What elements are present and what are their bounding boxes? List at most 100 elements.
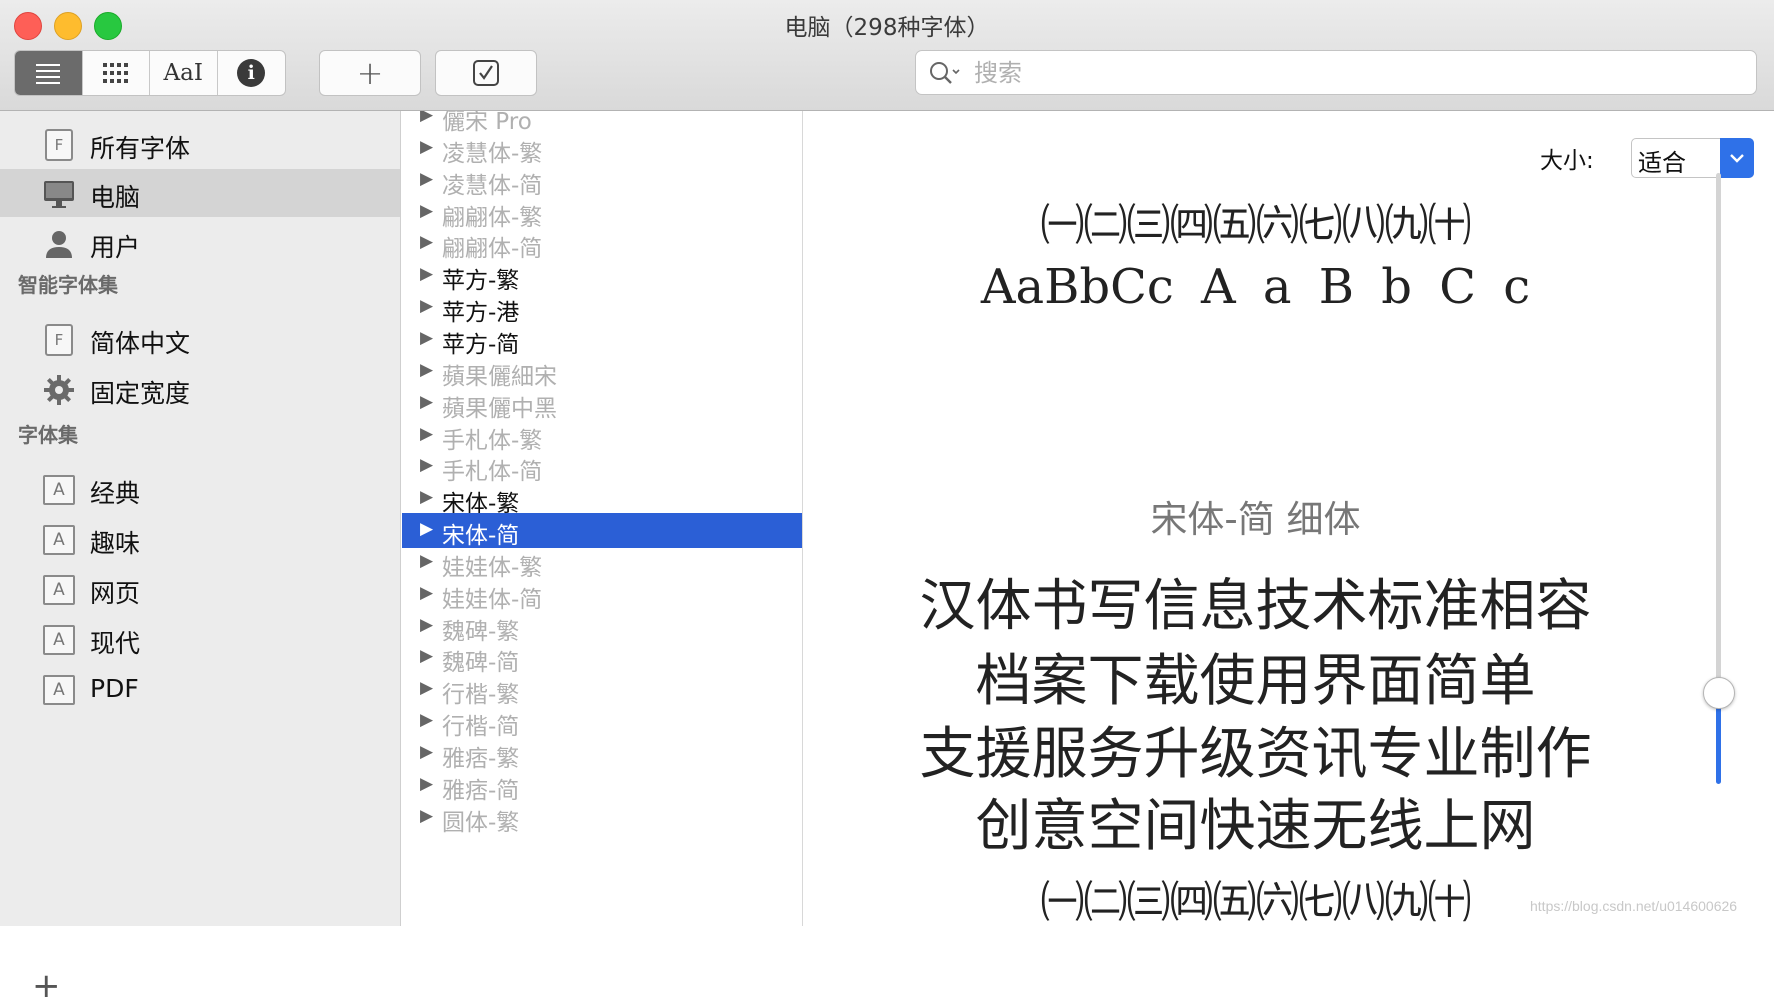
sample-text-view-button[interactable]: AaI — [150, 51, 218, 95]
computer-icon — [42, 177, 76, 211]
font-family-row[interactable]: ▶ 凌慧体-简 — [402, 163, 802, 199]
font-family-row[interactable]: ▶ 蘋果儷細宋 — [402, 354, 802, 390]
disclosure-triangle-icon[interactable]: ▶ — [420, 583, 433, 603]
disclosure-triangle-icon[interactable]: ▶ — [420, 328, 433, 348]
info-view-button[interactable]: i — [218, 51, 286, 95]
sidebar-item-web[interactable]: A 网页 — [0, 565, 400, 613]
disclosure-triangle-icon[interactable]: ▶ — [420, 519, 433, 539]
plus-icon: + — [356, 54, 384, 92]
font-family-row[interactable]: ▶ 娃娃体-简 — [402, 577, 802, 613]
sidebar-item-computer[interactable]: 电脑 — [0, 169, 400, 217]
disclosure-triangle-icon[interactable]: ▶ — [420, 455, 433, 475]
disclosure-triangle-icon[interactable]: ▶ — [420, 646, 433, 666]
info-icon: i — [237, 59, 266, 87]
font-family-row[interactable]: ▶ 苹方-港 — [402, 290, 802, 326]
disclosure-triangle-icon[interactable]: ▶ — [420, 264, 433, 284]
font-family-row[interactable]: ▶ 翩翩体-简 — [402, 226, 802, 262]
disclosure-triangle-icon[interactable]: ▶ — [420, 201, 433, 221]
search-field[interactable] — [915, 50, 1757, 95]
disclosure-triangle-icon[interactable]: ▶ — [420, 615, 433, 635]
disclosure-triangle-icon[interactable]: ▶ — [420, 296, 433, 316]
list-view-button[interactable] — [15, 51, 83, 95]
sidebar-item-label: 电脑 — [90, 183, 141, 212]
grid-view-button[interactable] — [83, 51, 150, 95]
font-family-row[interactable]: ▶ 娃娃体-繁 — [402, 545, 802, 581]
preview-sample-line: 支援服务升级资讯专业制作 — [919, 722, 1592, 787]
sidebar-item-label: 趣味 — [90, 529, 141, 558]
disclosure-triangle-icon[interactable]: ▶ — [420, 392, 433, 412]
font-family-row[interactable]: ▶ 苹方-繁 — [402, 258, 802, 294]
disclosure-triangle-icon[interactable]: ▶ — [420, 774, 433, 794]
collection-icon: A — [42, 673, 76, 707]
search-icon[interactable] — [928, 58, 962, 88]
user-icon — [42, 227, 76, 261]
preview-sample-line: 创意空间快速无线上网 — [975, 794, 1536, 859]
size-popup-button[interactable]: 适合 — [1631, 138, 1754, 178]
font-family-row[interactable]: ▶ 雅痞-繁 — [402, 736, 802, 772]
disclosure-triangle-icon[interactable]: ▶ — [420, 232, 433, 252]
add-font-button[interactable]: + — [319, 50, 421, 96]
view-mode-segmented-control: AaI i — [14, 50, 286, 96]
sidebar-item-label: 所有字体 — [90, 134, 191, 163]
gear-icon — [42, 373, 76, 407]
collection-icon: A — [42, 573, 76, 607]
disclosure-triangle-icon[interactable]: ▶ — [420, 806, 433, 826]
sidebar-item-simplified-chinese[interactable]: F 简体中文 — [0, 315, 400, 363]
font-family-row[interactable]: ▶ 蘋果儷中黑 — [402, 386, 802, 422]
sidebar-item-label: 网页 — [90, 579, 141, 608]
sidebar-item-label: 现代 — [90, 629, 141, 658]
sidebar-item-fun[interactable]: A 趣味 — [0, 515, 400, 563]
font-family-row[interactable]: ▶ 苹方-简 — [402, 322, 802, 358]
preview-sample-numbers: ㈠㈡㈢㈣㈤㈥㈦㈧㈨㈩ — [1040, 200, 1472, 251]
disclosure-triangle-icon[interactable]: ▶ — [420, 487, 433, 507]
sidebar-item-classic[interactable]: A 经典 — [0, 465, 400, 513]
font-preview-pane: 大小: 适合 ㈠㈡㈢㈣㈤㈥㈦㈧㈨㈩ AaBbCc A a B b C c 宋体-… — [803, 111, 1774, 926]
disclosure-triangle-icon[interactable]: ▶ — [420, 137, 433, 157]
disclosure-triangle-icon[interactable]: ▶ — [420, 360, 433, 380]
validate-font-button[interactable] — [435, 50, 537, 96]
sidebar-item-all-fonts[interactable]: F 所有字体 — [0, 120, 400, 168]
watermark-text: https://blog.csdn.net/u014600626 — [1530, 898, 1738, 914]
sidebar-item-modern[interactable]: A 现代 — [0, 615, 400, 663]
font-family-row[interactable]: ▶ 行楷-繁 — [402, 672, 802, 708]
sidebar-item-label: 简体中文 — [90, 329, 191, 358]
size-slider-knob[interactable] — [1703, 677, 1735, 709]
disclosure-triangle-icon[interactable]: ▶ — [420, 169, 433, 189]
font-library-icon: F — [42, 323, 76, 357]
list-view-icon — [36, 64, 61, 84]
disclosure-triangle-icon[interactable]: ▶ — [420, 742, 433, 762]
font-family-row[interactable]: ▶ 宋体-繁 — [402, 481, 802, 517]
sidebar-item-fixed-width[interactable]: 固定宽度 — [0, 365, 400, 413]
sample-text-icon: AaI — [163, 60, 203, 86]
font-family-list: ▶ 儷宋 Pro ▶ 凌慧体-繁 ▶ 凌慧体-简 ▶ 翩翩体-繁 ▶ 翩翩体-简 ▶ 苹方-繁 ▶ 苹方-… — [402, 111, 803, 926]
font-family-row[interactable]: ▶ 翩翩体-繁 — [402, 195, 802, 231]
sidebar-item-user[interactable]: 用户 — [0, 219, 400, 267]
disclosure-triangle-icon[interactable]: ▶ — [420, 111, 433, 125]
toolbar: 电脑（298种字体） AaI i + — [0, 0, 1774, 111]
disclosure-triangle-icon[interactable]: ▶ — [420, 424, 433, 444]
preview-sample-line: 汉体书写信息技术标准相容 — [919, 574, 1592, 639]
preview-sample-latin: AaBbCc A a B b C c — [980, 259, 1531, 315]
font-family-row[interactable]: ▶ 凌慧体-繁 — [402, 131, 802, 167]
disclosure-triangle-icon[interactable]: ▶ — [420, 710, 433, 730]
font-family-row[interactable]: ▶ 手札体-简 — [402, 449, 802, 485]
font-family-row[interactable]: ▶ 雅痞-简 — [402, 768, 802, 804]
font-family-row[interactable]: ▶ 行楷-简 — [402, 704, 802, 740]
sidebar-item-label: PDF — [90, 674, 139, 703]
grid-view-icon — [102, 63, 128, 83]
font-library-icon: F — [42, 128, 76, 162]
font-family-row[interactable]: ▶ 宋体-简 — [402, 513, 802, 549]
font-family-name: 圆体-繁 — [442, 810, 520, 836]
search-input[interactable] — [972, 57, 1736, 88]
sidebar-item-pdf[interactable]: A PDF — [0, 665, 400, 713]
collections-heading: 字体集 — [18, 423, 78, 447]
font-family-row[interactable]: ▶ 圆体-繁 — [402, 800, 802, 836]
font-family-row[interactable]: ▶ 魏碑-简 — [402, 640, 802, 676]
sidebar-item-label: 固定宽度 — [90, 379, 191, 408]
collection-icon: A — [42, 523, 76, 557]
font-family-row[interactable]: ▶ 魏碑-繁 — [402, 609, 802, 645]
disclosure-triangle-icon[interactable]: ▶ — [420, 678, 433, 698]
font-family-row[interactable]: ▶ 手札体-繁 — [402, 418, 802, 454]
disclosure-triangle-icon[interactable]: ▶ — [420, 551, 433, 571]
add-collection-button[interactable]: + — [32, 969, 61, 1003]
